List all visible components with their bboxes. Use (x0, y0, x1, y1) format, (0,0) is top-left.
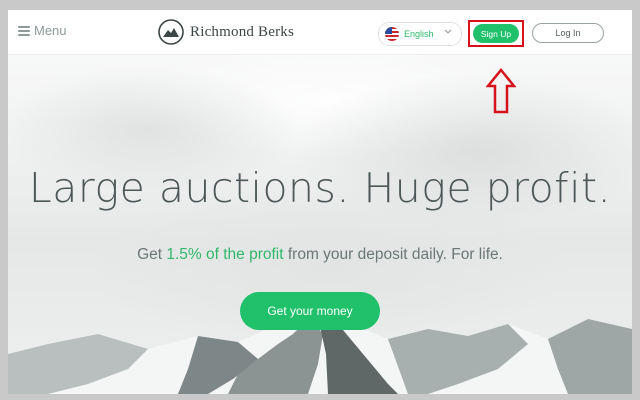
get-your-money-button[interactable]: Get your money (240, 292, 380, 330)
sign-up-button[interactable]: Sign Up (473, 24, 519, 43)
subline-suffix: from your deposit daily. For life. (283, 246, 503, 263)
subline-prefix: Get (137, 246, 167, 263)
brand-name: Richmond Berks (190, 23, 295, 40)
hamburger-icon (18, 25, 30, 36)
mountain-logo-icon (158, 19, 184, 45)
subline-highlight: 1.5% of the profit (166, 246, 284, 263)
top-navigation-bar: Menu Richmond Berks English Sign Up Log … (8, 10, 632, 55)
hero-headline: Large auctions. Huge profit. (28, 164, 612, 212)
menu-label: Menu (34, 23, 67, 38)
menu-button[interactable]: Menu (18, 23, 67, 38)
chevron-down-icon (444, 29, 452, 34)
language-select[interactable]: English (378, 22, 462, 46)
landing-page: Menu Richmond Berks English Sign Up Log … (8, 10, 632, 394)
log-in-button[interactable]: Log In (532, 23, 604, 43)
hero-subline: Get 1.5% of the profit from your deposit… (8, 246, 632, 264)
us-flag-icon (385, 27, 399, 41)
brand-logo-link[interactable]: Richmond Berks (158, 19, 294, 45)
language-selected-value: English (404, 29, 434, 39)
arrow-up-icon (486, 68, 516, 114)
